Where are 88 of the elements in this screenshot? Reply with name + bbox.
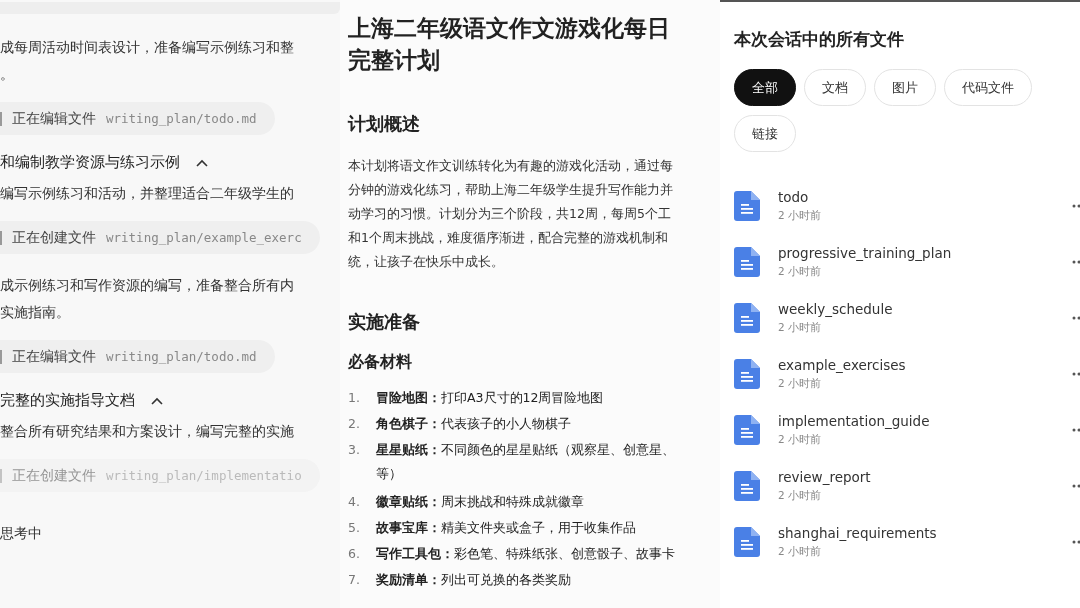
file-name[interactable]: implementation_guide [778,412,1054,431]
list-item-text: 周末挑战和特殊成就徽章 [441,494,584,509]
document-icon [734,526,760,557]
document-title: 完整计划 [348,46,441,75]
action-label: 正在创建文件 [12,466,96,485]
list-item-text: 列出可兑换的各类奖励 [441,572,571,587]
file-time: 2 小时前 [778,376,823,391]
list-item-text: 代表孩子的小人物棋子 [441,416,571,431]
message-text: 编写示例练习和活动，并整理适合二年级学生的 [0,184,295,203]
filter-tab[interactable]: 代码文件 [944,69,1032,106]
file-action-chip[interactable]: 正在创建文件 writing_plan/example_exerc [0,221,320,254]
file-time: 2 小时前 [778,208,823,223]
file-name[interactable]: review_report [778,468,1054,487]
more-icon[interactable] [1072,203,1080,208]
more-icon[interactable] [1072,427,1080,432]
file-path: writing_plan/todo.md [106,111,257,126]
paragraph-text: 分钟的游戏化练习，帮助上海二年级学生提升写作能力并 [348,181,674,199]
filter-tab[interactable]: 链接 [734,115,796,152]
document-icon [734,358,760,389]
file-time: 2 小时前 [778,320,823,335]
message-text: 。 [0,65,15,84]
document-title: 上海二年级语文作文游戏化每日 [348,14,671,43]
document-icon [734,190,760,221]
file-name[interactable]: weekly_schedule [778,300,1054,319]
paragraph-text: 和1个周末挑战，难度循序渐进，配合完整的游戏机制和 [348,229,669,247]
subsection-heading: 必备材料 [348,352,413,373]
paragraph-text: 统，让孩子在快乐中成长。 [348,253,505,271]
document-icon [734,302,760,333]
list-item-text: 不同颜色的星星贴纸（观察星、创意星、 [441,442,675,457]
document-icon [734,246,760,277]
message-text: 成示例练习和写作资源的编写，准备整合所有内 [0,276,295,295]
paragraph-text: 动学习的习惯。计划分为三个阶段，共12周，每周5个工 [348,205,672,223]
more-icon[interactable] [1072,371,1080,376]
paragraph-text: 本计划将语文作文训练转化为有趣的游戏化活动，通过每 [348,157,674,175]
file-time: 2 小时前 [778,544,823,559]
file-name[interactable]: shanghai_requirements [778,524,1054,543]
caret-icon[interactable] [196,158,208,167]
list-item-text: 彩色笔、特殊纸张、创意骰子、故事卡 [454,546,675,561]
section-heading: 计划概述 [348,112,421,136]
list-number: 5. [348,519,361,537]
message-text: 实施指南。 [0,303,71,322]
more-icon[interactable] [1072,259,1080,264]
list-item-text: 打印A3尺寸的12周冒险地图 [441,390,604,405]
message-text: 思考中 [0,524,43,543]
action-label: 正在创建文件 [12,228,96,247]
message-text: 整合所有研究结果和方案设计，编写完整的实施 [0,422,295,441]
list-term: 奖励清单： [376,572,441,587]
document-icon [734,470,760,501]
list-item-text: 精美文件夹或盒子，用于收集作品 [441,520,636,535]
file-action-chip[interactable]: 正在编辑文件 writing_plan/todo.md [0,102,275,135]
file-name[interactable]: example_exercises [778,356,1054,375]
file-action-chip[interactable]: 正在编辑文件 writing_plan/todo.md [0,340,275,373]
file-time: 2 小时前 [778,432,823,447]
more-icon[interactable] [1072,483,1080,488]
list-item-text: 等） [376,466,402,481]
more-icon[interactable] [1072,539,1080,544]
caret-icon[interactable] [151,396,163,405]
action-label: 正在编辑文件 [12,109,96,128]
section-heading: 实施准备 [348,310,421,334]
file-name[interactable]: todo [778,188,1054,207]
list-number: 7. [348,571,361,589]
action-label: 正在编辑文件 [12,347,96,366]
list-term: 故事宝库： [376,520,441,535]
file-time: 2 小时前 [778,264,823,279]
step-title: 完整的实施指导文档 [0,391,135,410]
list-term: 徽章贴纸： [376,494,441,509]
list-number: 6. [348,545,361,563]
list-number: 2. [348,415,361,433]
more-icon[interactable] [1072,315,1080,320]
step-title: 和编制教学资源与练习示例 [0,153,180,172]
filter-tab[interactable]: 全部 [734,69,796,106]
list-term: 角色棋子： [376,416,441,431]
list-term: 星星贴纸： [376,442,441,457]
message-text: 成每周活动时间表设计，准备编写示例练习和整 [0,38,295,57]
file-path: writing_plan/example_exerc [106,230,302,245]
filter-tab[interactable]: 文档 [804,69,866,106]
filter-tab[interactable]: 图片 [874,69,936,106]
list-number: 4. [348,493,361,511]
list-term: 冒险地图： [376,390,441,405]
file-name[interactable]: progressive_training_plan [778,244,1054,263]
panel-title: 本次会话中的所有文件 [734,28,905,51]
file-path: writing_plan/todo.md [106,349,257,364]
document-icon [734,414,760,445]
file-time: 2 小时前 [778,488,823,503]
file-path: writing_plan/implementatio [106,468,302,483]
list-number: 3. [348,441,361,459]
list-term: 写作工具包： [376,546,454,561]
list-number: 1. [348,389,361,407]
